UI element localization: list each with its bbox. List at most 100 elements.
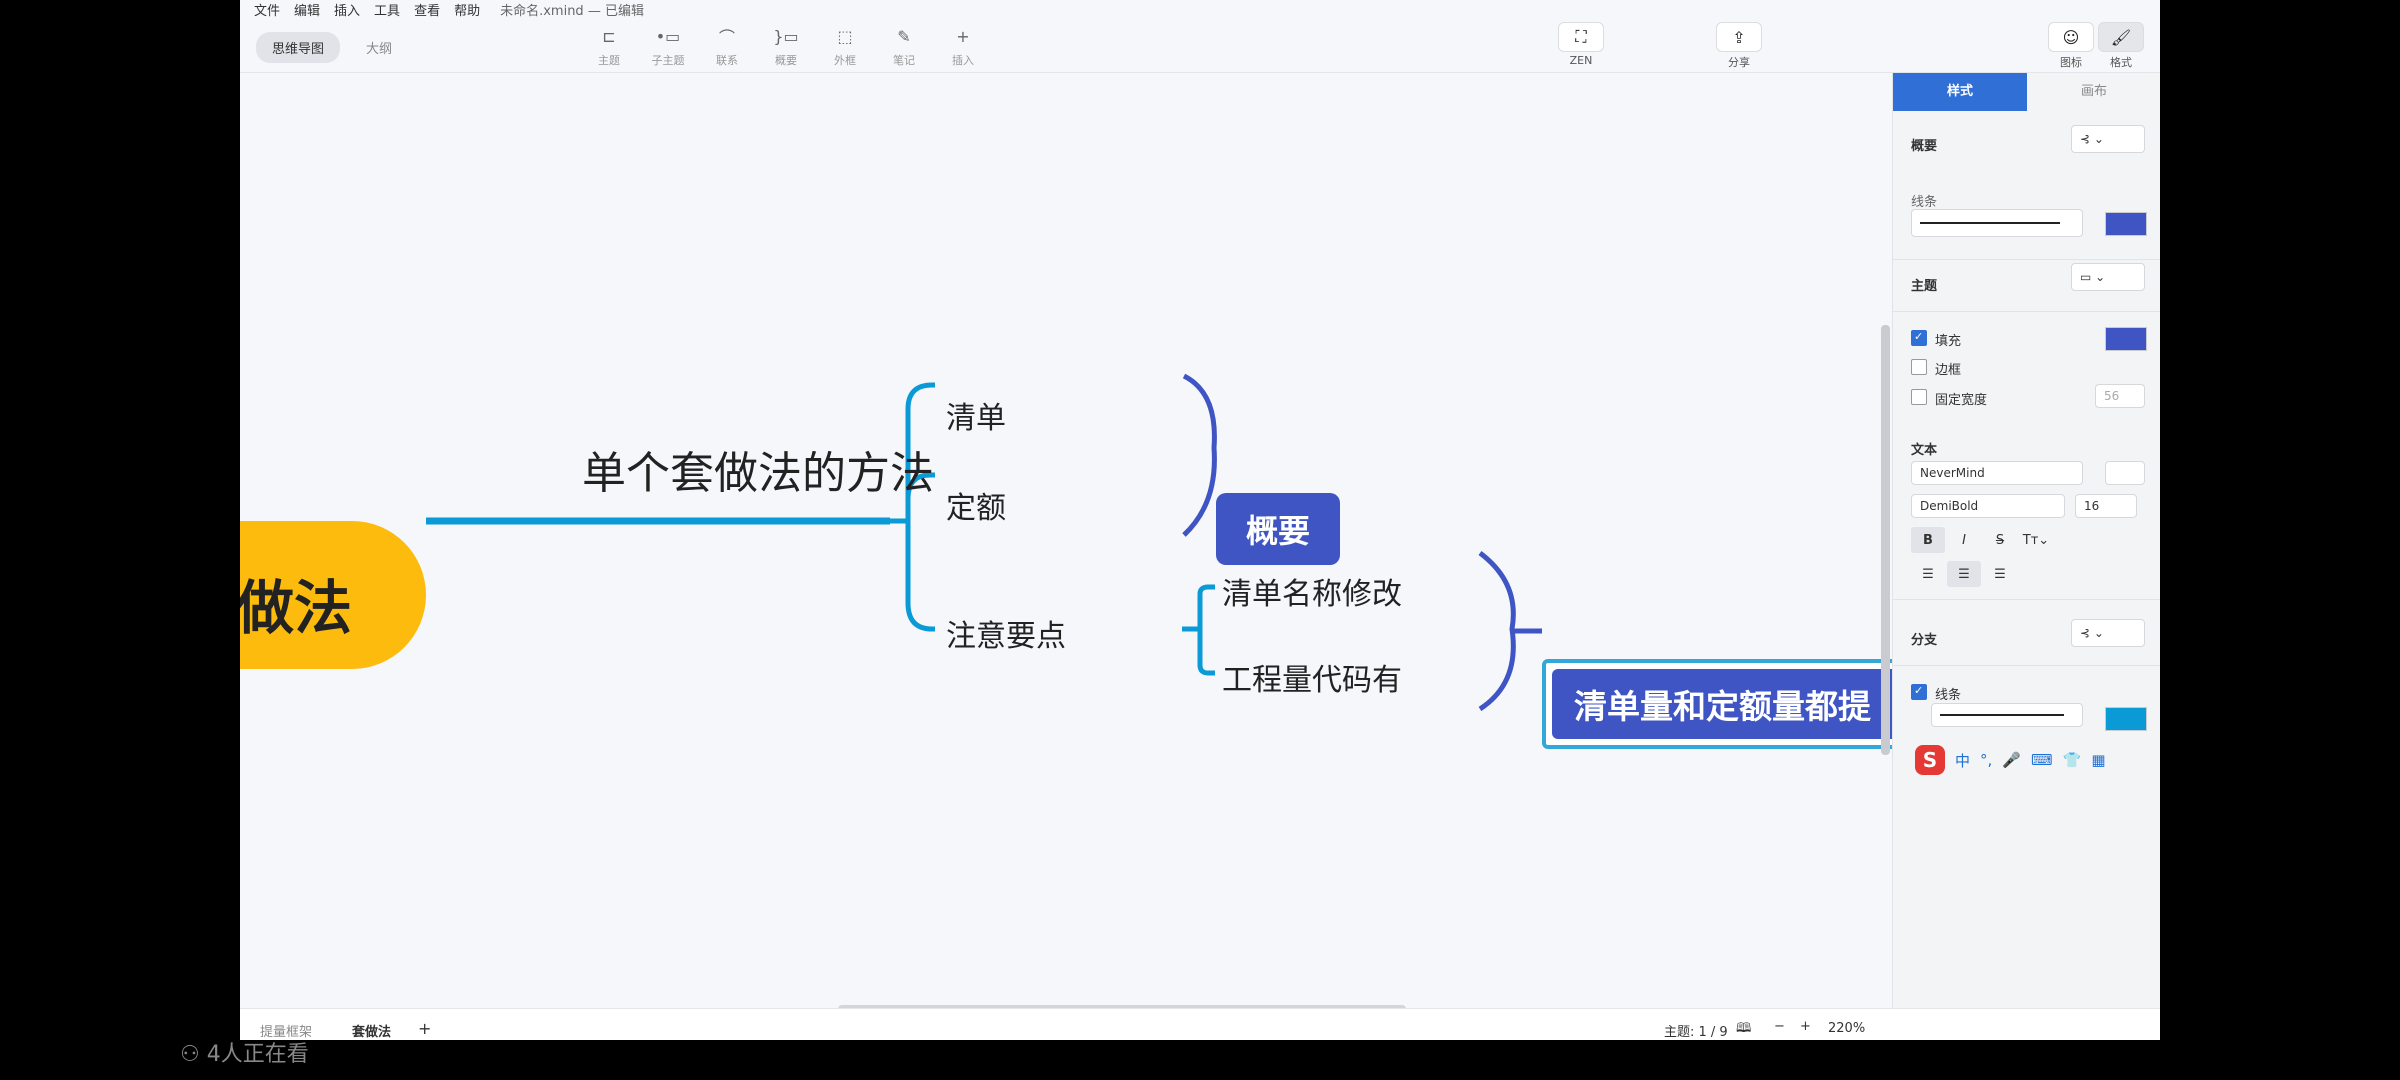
selected-summary-topic[interactable]: 清单量和定额量都提: [1542, 659, 1936, 749]
text-case-icon[interactable]: Tт⌄: [2019, 527, 2053, 553]
align-right-icon[interactable]: ☰: [1983, 561, 2017, 587]
fixed-width-input[interactable]: 56: [2095, 384, 2145, 408]
branch-line-color[interactable]: [2105, 707, 2147, 731]
sogou-logo-icon[interactable]: S: [1915, 745, 1945, 775]
subtopic-button[interactable]: •▭ 子主题: [643, 22, 693, 68]
skin-icon[interactable]: 👕: [2063, 751, 2082, 769]
subbranch-lines: [1182, 584, 1215, 676]
zoom-in-button[interactable]: +: [1800, 1019, 1811, 1034]
menu-tools[interactable]: 工具: [374, 0, 400, 19]
boundary-button[interactable]: ⬚ 外框: [820, 22, 870, 68]
note-button[interactable]: ✎ 笔记: [879, 22, 929, 68]
subbranch-qingdan-mingcheng[interactable]: 清单名称修改: [1222, 569, 1402, 613]
bold-icon[interactable]: B: [1911, 527, 1945, 553]
main-topic[interactable]: 单个套做法的方法: [582, 437, 934, 501]
mindmap-canvas[interactable]: 做法 单个套做法的方法 清单 定额 注意要点 概要 清单名称修改 工程量代码有 …: [240, 73, 1936, 1008]
toolbox-icon[interactable]: ▦: [2091, 751, 2105, 769]
status-bar: 提量框架 套做法 + 主题: 1 / 9 🕮 − + 220%: [240, 1008, 2160, 1040]
text-color-swatch[interactable]: [2105, 461, 2145, 485]
summary-shape-dropdown[interactable]: ⊰ ⌄: [2071, 125, 2145, 153]
map-icon[interactable]: 🕮: [1736, 1019, 1751, 1040]
subbranch-gongchengliang[interactable]: 工程量代码有: [1222, 655, 1402, 699]
rounded-rect-icon: ▭ ⌄: [2080, 270, 2106, 284]
share-button[interactable]: ⇪ 分享: [1714, 22, 1764, 70]
share-icon: ⇪: [1716, 22, 1762, 52]
insert-button[interactable]: + 插入: [938, 22, 988, 68]
menu-view[interactable]: 查看: [414, 0, 440, 19]
ime-toolbar: S 中 °, 🎤 ⌨ 👕 ▦: [1915, 740, 2106, 780]
zen-button[interactable]: ⛶ ZEN: [1556, 22, 1606, 67]
branch-heading: 分支: [1911, 633, 1938, 648]
microphone-icon[interactable]: 🎤: [2002, 751, 2021, 769]
window-title: 未命名.xmind — 已编辑: [500, 3, 644, 19]
topic-heading: 主题: [1911, 279, 1938, 294]
strikethrough-icon[interactable]: S: [1983, 527, 2017, 553]
branch-zhuyi[interactable]: 注意要点: [946, 611, 1066, 655]
align-left-icon[interactable]: ☰: [1911, 561, 1945, 587]
divider: [1893, 311, 2160, 312]
tab-mindmap[interactable]: 思维导图: [256, 32, 341, 63]
font-size-dropdown[interactable]: 16: [2075, 494, 2137, 518]
branch-line-zhuyi: [905, 521, 935, 632]
note-bracket: [1478, 551, 1516, 712]
zoom-out-button[interactable]: −: [1774, 1019, 1785, 1034]
add-sheet-button[interactable]: +: [418, 1019, 431, 1038]
fixed-width-checkbox[interactable]: [1911, 389, 1927, 405]
relation-button[interactable]: ⌒ 联系: [702, 22, 752, 68]
branch-qingdan[interactable]: 清单: [946, 393, 1006, 437]
topic-button[interactable]: ⊏ 主题: [584, 22, 634, 68]
divider: [1893, 259, 2160, 260]
branch-line-style-dropdown[interactable]: [1931, 703, 2083, 727]
summary-line-style-dropdown[interactable]: [1911, 209, 2083, 237]
align-center-icon[interactable]: ☰: [1947, 561, 1981, 587]
selected-summary-label: 清单量和定额量都提: [1552, 669, 1936, 739]
zoom-level[interactable]: 220%: [1828, 1021, 1865, 1036]
fill-color[interactable]: [2105, 327, 2147, 351]
menu-edit[interactable]: 编辑: [294, 0, 320, 19]
branch-shape-dropdown[interactable]: ⊰ ⌄: [2071, 619, 2145, 647]
italic-icon[interactable]: I: [1947, 527, 1981, 553]
line-style-preview: [1940, 714, 2064, 716]
toolbar: 思维导图 大纲 ⊏ 主题 •▭ 子主题 ⌒ 联系 }▭ 概要 ⬚ 外框 ✎ 笔记 + 插入 ⛶…: [240, 18, 2160, 73]
line-style-preview: [1920, 222, 2060, 224]
sheet-tab-taozuofa[interactable]: 套做法: [352, 1021, 391, 1040]
bracket-shape-icon: ⊰ ⌄: [2080, 132, 2104, 146]
menu-help[interactable]: 帮助: [454, 0, 480, 19]
tab-outline[interactable]: 大纲: [350, 32, 408, 63]
relation-icon: ⌒: [718, 28, 735, 47]
menu-file[interactable]: 文件: [254, 0, 280, 19]
topic-icon: ⊏: [602, 26, 616, 46]
divider: [1893, 665, 2160, 666]
border-label: 边框: [1935, 363, 1962, 378]
summary-icon: }▭: [773, 26, 799, 46]
smiley-icon: ☺: [2048, 22, 2094, 52]
summary-heading: 概要: [1911, 139, 1938, 154]
icon-panel-button[interactable]: ☺ 图标: [2046, 22, 2096, 70]
summary-topic[interactable]: 概要: [1216, 493, 1340, 565]
connector-lines: [426, 373, 1542, 712]
tab-canvas[interactable]: 画布: [2027, 73, 2160, 111]
border-checkbox[interactable]: [1911, 359, 1927, 375]
font-family-dropdown[interactable]: NeverMind: [1911, 461, 2083, 485]
ime-chinese-mode[interactable]: 中: [1955, 750, 1970, 771]
menu-bar: 文件 编辑 插入 工具 查看 帮助 未命名.xmind — 已编辑: [240, 0, 2160, 19]
format-panel-button[interactable]: 🖌 格式: [2096, 22, 2146, 70]
summary-bracket: [1182, 373, 1217, 537]
vertical-scrollbar[interactable]: [1881, 325, 1890, 755]
summary-line-color[interactable]: [2105, 212, 2147, 236]
topic-shape-dropdown[interactable]: ▭ ⌄: [2071, 263, 2145, 291]
divider: [1893, 599, 2160, 600]
summary-button[interactable]: }▭ 概要: [761, 22, 811, 68]
branch-line-checkbox[interactable]: [1911, 684, 1927, 700]
fill-checkbox[interactable]: [1911, 330, 1927, 346]
font-weight-dropdown[interactable]: DemiBold: [1911, 494, 2065, 518]
menu-insert[interactable]: 插入: [334, 0, 360, 19]
tab-style[interactable]: 样式: [1893, 73, 2027, 111]
keyboard-icon[interactable]: ⌨: [2031, 751, 2053, 769]
branch-curve-icon: ⊰ ⌄: [2080, 626, 2104, 640]
format-panel: 样式 画布 概要 ⊰ ⌄ 线条 主题 ▭ ⌄ 填充 边框 固定宽度 56 文本 …: [1892, 73, 2160, 1008]
branch-dinge[interactable]: 定额: [946, 483, 1006, 527]
ime-punctuation[interactable]: °,: [1980, 751, 1992, 769]
viewers-icon: ⚇: [180, 1042, 207, 1067]
xmind-window: 文件 编辑 插入 工具 查看 帮助 未命名.xmind — 已编辑 思维导图 大…: [240, 0, 2160, 1040]
